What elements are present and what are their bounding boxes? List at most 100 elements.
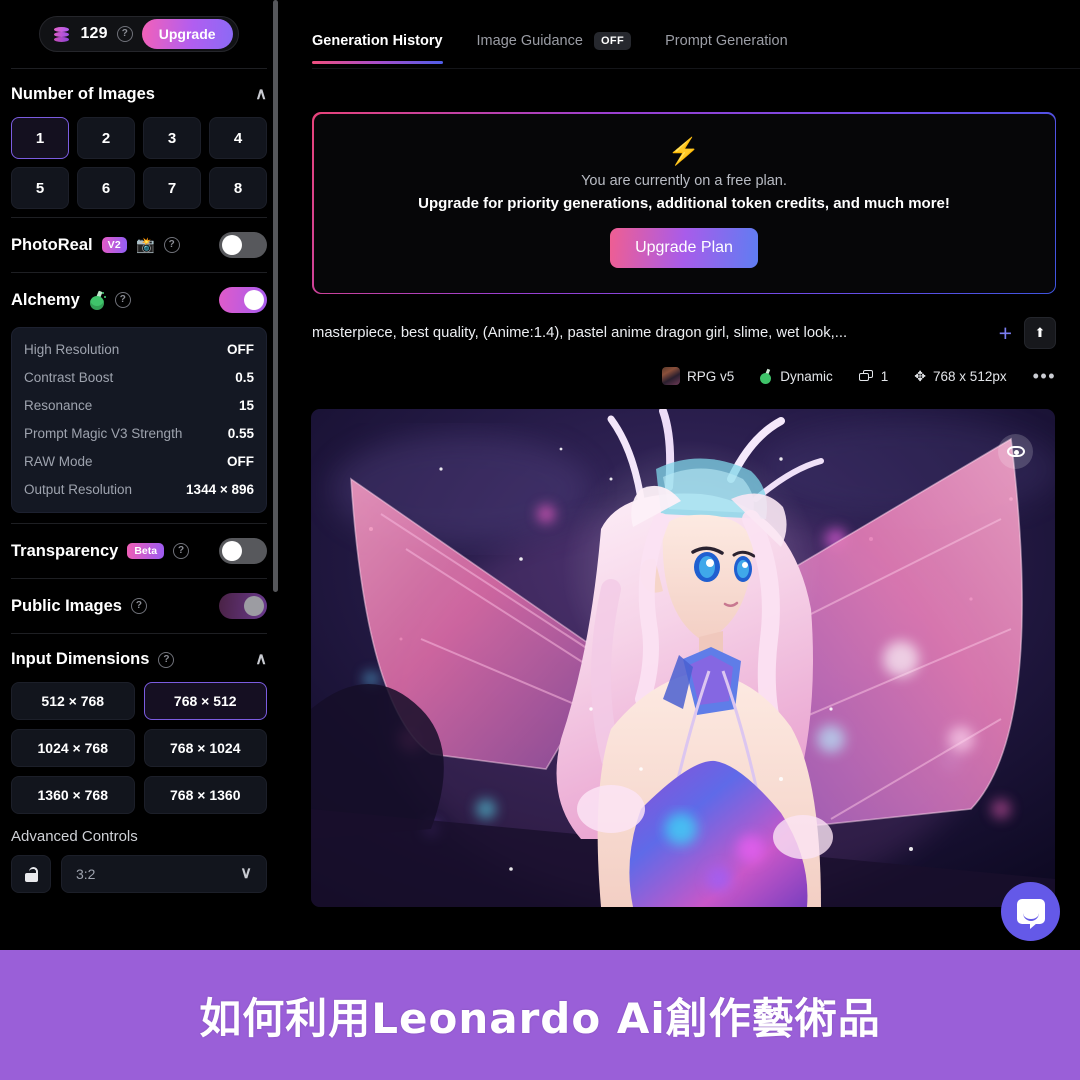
leonardo-ai-app: 129 ? Upgrade Number of Images 1 2 3 4 5…	[0, 0, 1080, 1080]
tab-bar-underline	[312, 68, 1080, 69]
generated-image-art	[311, 409, 1055, 907]
help-circle-icon[interactable]: ?	[173, 543, 190, 559]
alchemy-setting-row[interactable]: Contrast Boost 0.5	[24, 363, 254, 391]
input-dimensions-title: Input Dimensions	[11, 650, 150, 668]
input-dimensions-grid: 512 × 768 768 × 512 1024 × 768 768 × 102…	[11, 682, 267, 814]
generated-dragon-girl-image[interactable]	[311, 409, 1055, 907]
number-of-images-header[interactable]: Number of Images	[11, 69, 267, 117]
image-count-option[interactable]: 4	[209, 117, 267, 159]
advanced-controls-label[interactable]: Advanced Controls	[11, 814, 267, 855]
preset-name: Dynamic	[780, 368, 833, 384]
image-count-option[interactable]: 3	[143, 117, 201, 159]
public-images-label: Public Images	[11, 596, 122, 615]
aspect-ratio-select[interactable]: 3:2	[61, 855, 267, 893]
setting-value: OFF	[227, 341, 254, 357]
upgrade-banner: ⚡ You are currently on a free plan. Upgr…	[312, 112, 1056, 294]
dimension-option[interactable]: 768 × 512	[143, 682, 267, 720]
generation-meta-row: RPG v5 Dynamic 1 ✥ 768 x 512px •••	[312, 363, 1056, 389]
chevron-up-icon[interactable]	[255, 87, 267, 103]
alchemy-toggle[interactable]	[219, 287, 267, 313]
setting-key: High Resolution	[24, 341, 120, 357]
meta-count[interactable]: 1	[858, 368, 889, 384]
prompt-text[interactable]: masterpiece, best quality, (Anime:1.4), …	[312, 325, 987, 341]
video-caption-bar: 如何利用Leonardo Ai創作藝術品	[0, 950, 1080, 1080]
dimension-option[interactable]: 768 × 1360	[143, 776, 267, 814]
tab-generation-history[interactable]: Generation History	[312, 33, 443, 64]
banner-line-1: You are currently on a free plan.	[581, 173, 787, 189]
setting-value: 0.55	[227, 425, 254, 441]
tab-label: Generation History	[312, 32, 443, 49]
dimension-option[interactable]: 1024 × 768	[11, 729, 135, 767]
setting-key: RAW Mode	[24, 453, 93, 469]
alchemy-setting-row[interactable]: Prompt Magic V3 Strength 0.55	[24, 419, 254, 447]
credits-row: 129 ? Upgrade	[11, 0, 267, 68]
dimension-option[interactable]: 768 × 1024	[143, 729, 267, 767]
potion-flask-icon	[760, 368, 773, 384]
tab-bar: Generation History Image Guidance OFF Pr…	[278, 0, 1080, 68]
image-count-option[interactable]: 6	[77, 167, 135, 209]
public-images-toggle[interactable]	[219, 593, 267, 619]
unlock-icon	[24, 866, 38, 882]
dimension-option[interactable]: 1360 × 768	[11, 776, 135, 814]
image-count-option[interactable]: 1	[11, 117, 69, 159]
setting-value: 0.5	[235, 369, 254, 385]
alchemy-settings-panel: High Resolution OFF Contrast Boost 0.5 R…	[11, 327, 267, 513]
eye-icon[interactable]	[998, 434, 1033, 469]
credits-pill[interactable]: 129 ? Upgrade	[39, 16, 239, 52]
photoreal-toggle[interactable]	[219, 232, 267, 258]
alchemy-setting-row[interactable]: Output Resolution 1344 × 896	[24, 475, 254, 503]
resize-arrows-icon: ✥	[914, 368, 927, 384]
image-count-option[interactable]: 7	[143, 167, 201, 209]
help-circle-icon[interactable]: ?	[114, 292, 131, 308]
settings-sidebar: 129 ? Upgrade Number of Images 1 2 3 4 5…	[0, 0, 278, 950]
coin-stack-icon	[54, 26, 71, 42]
image-guidance-status-badge: OFF	[593, 31, 632, 50]
tab-label: Prompt Generation	[665, 32, 788, 49]
image-count-option[interactable]: 5	[11, 167, 69, 209]
unlock-button[interactable]	[11, 855, 51, 893]
lightning-bolt-icon: ⚡	[667, 136, 701, 166]
prompt-row: masterpiece, best quality, (Anime:1.4), …	[312, 315, 1056, 351]
meta-preset[interactable]: Dynamic	[760, 368, 833, 384]
transparency-row: Transparency Beta ?	[11, 524, 267, 578]
transparency-toggle[interactable]	[219, 538, 267, 564]
help-circle-icon[interactable]: ?	[130, 598, 147, 614]
chevron-up-icon[interactable]	[255, 652, 267, 668]
transparency-label: Transparency	[11, 541, 119, 560]
setting-value: 15	[238, 397, 254, 413]
setting-key: Resonance	[24, 397, 93, 413]
tab-prompt-generation[interactable]: Prompt Generation	[665, 33, 788, 64]
upgrade-plan-button[interactable]: Upgrade Plan	[610, 228, 758, 268]
chat-bubble-icon[interactable]	[1001, 882, 1060, 941]
input-dimensions-header[interactable]: Input Dimensions ?	[11, 634, 267, 682]
alchemy-row: Alchemy ?	[11, 273, 267, 327]
tab-image-guidance[interactable]: Image Guidance OFF	[477, 31, 632, 65]
more-options-icon[interactable]: •••	[1033, 367, 1056, 385]
model-name: RPG v5	[687, 368, 735, 384]
image-count-option[interactable]: 8	[209, 167, 267, 209]
image-count: 1	[880, 368, 889, 384]
upgrade-button[interactable]: Upgrade	[141, 19, 233, 49]
chevron-down-icon	[240, 866, 252, 882]
setting-key: Prompt Magic V3 Strength	[24, 425, 183, 441]
help-circle-icon[interactable]: ?	[163, 237, 180, 253]
caption-text: 如何利用Leonardo Ai創作藝術品	[199, 993, 881, 1043]
public-images-row: Public Images ?	[11, 579, 267, 633]
image-count-option[interactable]: 2	[77, 117, 135, 159]
meta-model[interactable]: RPG v5	[662, 367, 734, 385]
alchemy-setting-row[interactable]: High Resolution OFF	[24, 335, 254, 363]
alchemy-setting-row[interactable]: Resonance 15	[24, 391, 254, 419]
plus-icon[interactable]: +	[999, 321, 1012, 345]
alchemy-label: Alchemy	[11, 290, 80, 309]
help-circle-icon[interactable]: ?	[158, 651, 175, 668]
setting-key: Output Resolution	[24, 481, 133, 497]
meta-size[interactable]: ✥ 768 x 512px	[914, 369, 1006, 384]
credits-amount: 129	[80, 25, 108, 42]
alchemy-setting-row[interactable]: RAW Mode OFF	[24, 447, 254, 475]
photoreal-label: PhotoReal	[11, 235, 93, 254]
image-stack-icon	[858, 369, 874, 383]
help-circle-icon[interactable]: ?	[116, 26, 133, 42]
dimension-option[interactable]: 512 × 768	[11, 682, 135, 720]
upload-button[interactable]: ⬆	[1024, 317, 1056, 349]
camera-flash-icon: 📸	[136, 236, 155, 254]
